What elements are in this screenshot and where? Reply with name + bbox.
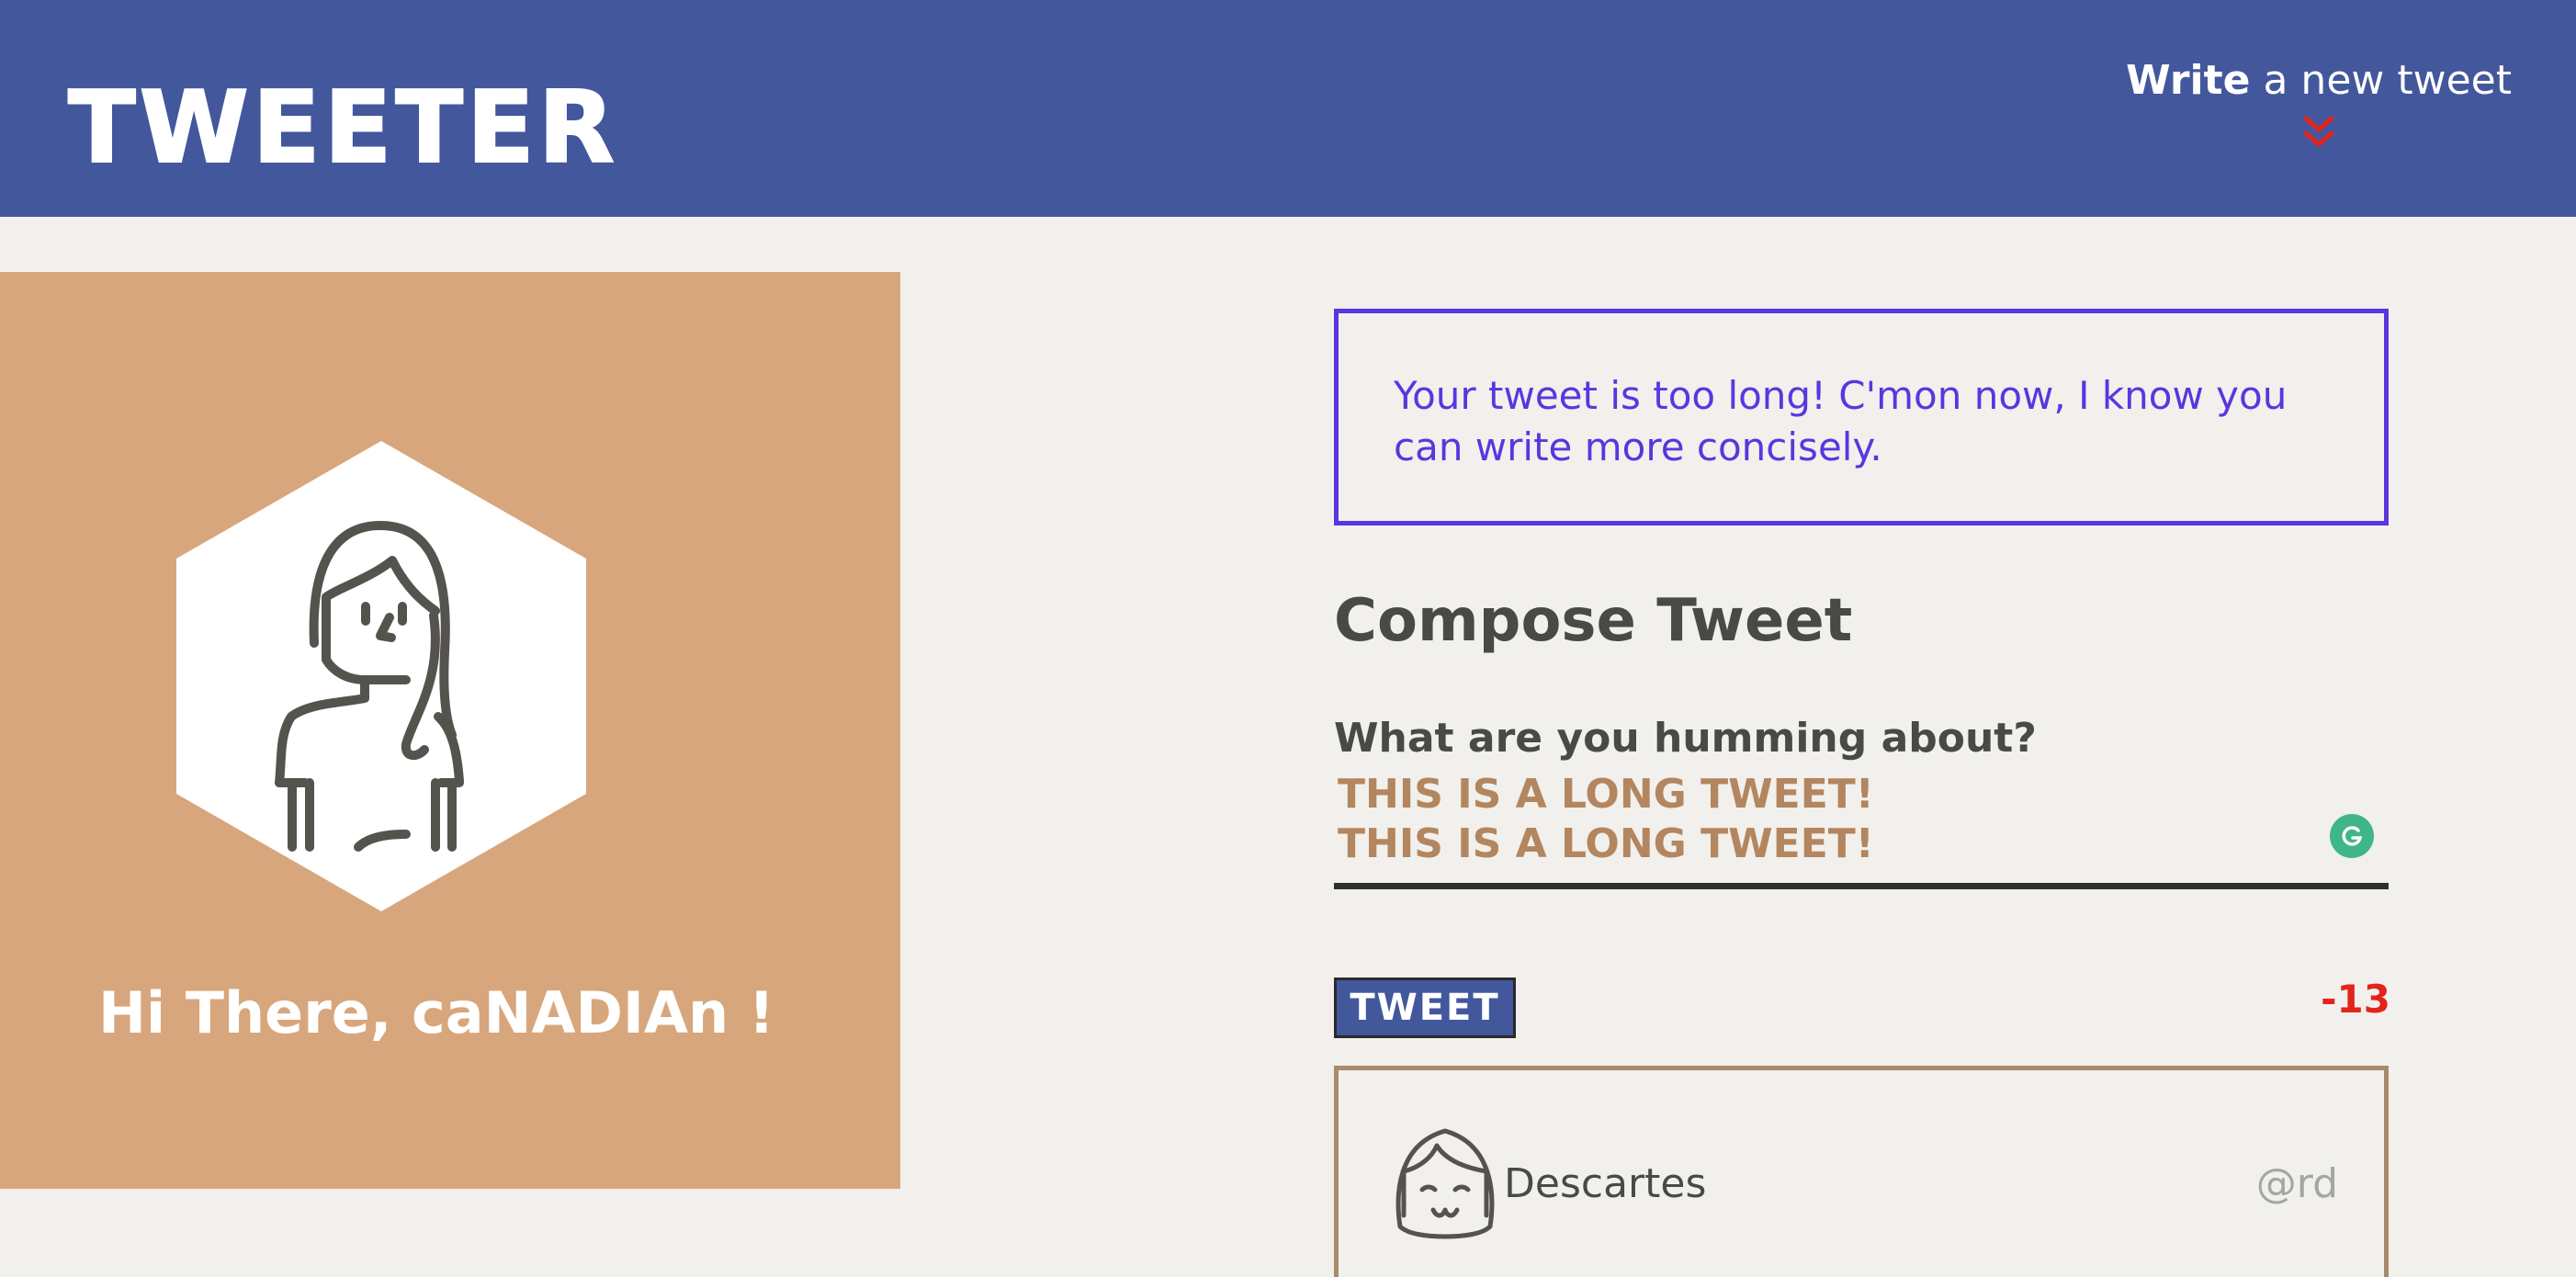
write-new-tweet-label: Write a new tweet (2126, 57, 2512, 104)
grammarly-g-glyph (2342, 826, 2363, 846)
tweet-input-label: What are you humming about? (1334, 715, 2037, 762)
woman-avatar-icon (176, 441, 586, 911)
profile-card: Hi There, caNADIAn ! (0, 272, 900, 1189)
error-message-box: Your tweet is too long! C'mon now, I kno… (1334, 309, 2389, 525)
grammarly-icon[interactable] (2330, 814, 2374, 858)
tweet-submit-button[interactable]: TWEET (1334, 978, 1516, 1038)
compose-title: Compose Tweet (1334, 587, 1853, 655)
tweet-card: Descartes @rd (1334, 1066, 2389, 1277)
write-label-rest: a new tweet (2250, 57, 2512, 104)
write-label-strong: Write (2126, 57, 2251, 104)
profile-greeting: Hi There, caNADIAn ! (98, 979, 774, 1046)
girl-avatar-icon (1395, 1128, 1495, 1239)
character-counter: -13 (2321, 977, 2390, 1022)
write-new-tweet-toggle[interactable]: Write a new tweet (2126, 57, 2512, 153)
error-message-text: Your tweet is too long! C'mon now, I kno… (1394, 373, 2288, 469)
tweet-author-name[interactable]: Descartes (1504, 1158, 1706, 1210)
top-nav-bar: TWEETER Write a new tweet (0, 0, 2576, 217)
tweet-input[interactable] (1334, 770, 2389, 889)
double-chevron-down-icon[interactable] (2299, 113, 2339, 153)
tweet-author-handle[interactable]: @rd (2256, 1158, 2338, 1210)
app-logo[interactable]: TWEETER (67, 78, 618, 179)
